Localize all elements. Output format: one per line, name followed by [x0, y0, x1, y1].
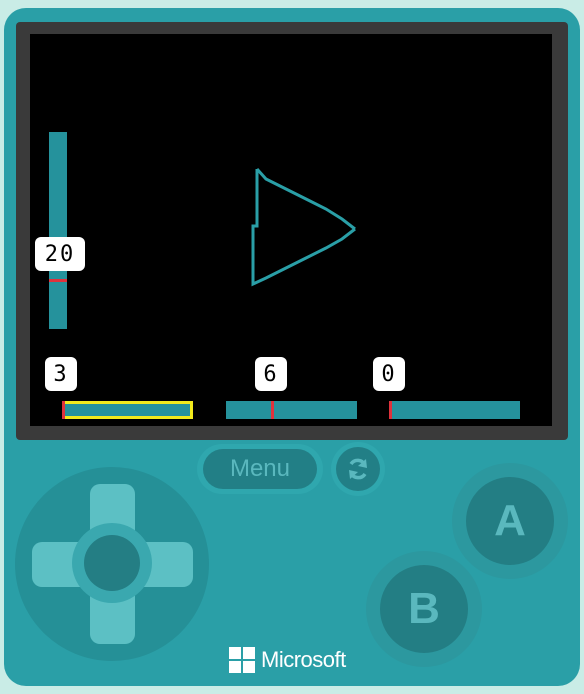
slider-2-value: 6 — [255, 357, 287, 391]
microsoft-brand: Microsoft — [229, 646, 346, 674]
slider-2[interactable] — [226, 401, 357, 419]
triangle-shape — [251, 167, 356, 287]
menu-button[interactable]: Menu — [203, 449, 317, 489]
slider-1-value: 3 — [45, 357, 77, 391]
vertical-slider[interactable] — [49, 132, 67, 329]
refresh-icon — [349, 458, 367, 480]
slider-3[interactable] — [389, 401, 520, 419]
vertical-slider-marker — [49, 279, 67, 282]
dpad-center — [84, 535, 140, 591]
slider-3-value: 0 — [373, 357, 405, 391]
game-screen[interactable]: 20 3 6 0 — [30, 34, 552, 426]
slider-3-marker — [389, 401, 392, 419]
a-button[interactable]: A — [466, 477, 554, 565]
slider-1-marker — [62, 401, 65, 419]
b-button[interactable]: B — [380, 565, 468, 653]
slider-2-marker — [271, 401, 274, 419]
reset-button[interactable] — [336, 447, 380, 491]
slider-1[interactable] — [62, 401, 193, 419]
vertical-slider-value: 20 — [35, 237, 85, 271]
windows-logo-icon — [229, 647, 255, 673]
brand-name: Microsoft — [261, 647, 346, 672]
